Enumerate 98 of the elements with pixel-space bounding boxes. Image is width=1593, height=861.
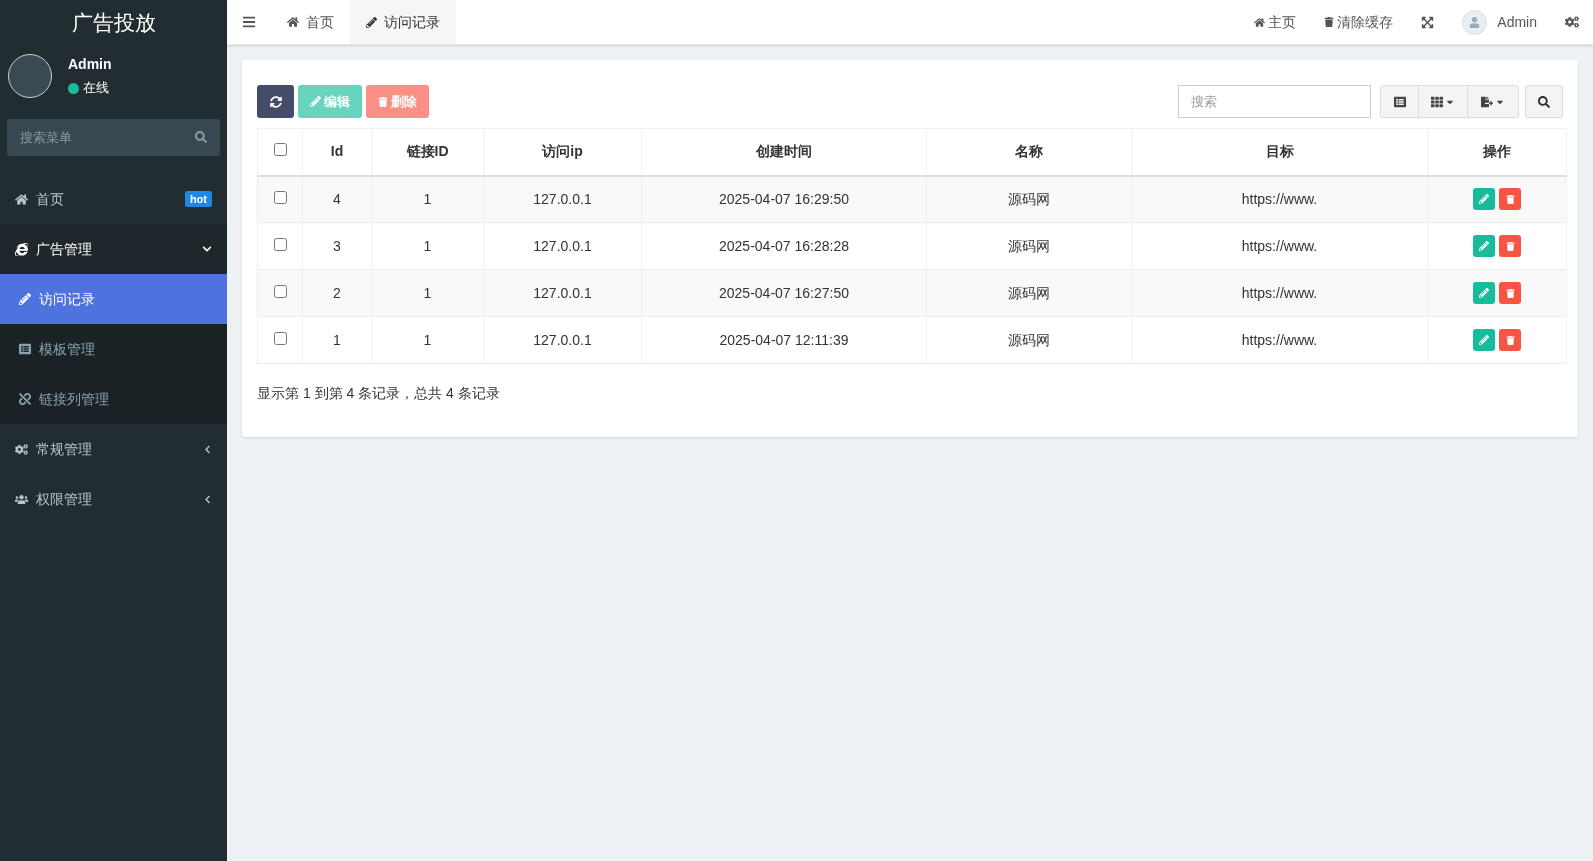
chevron-left-icon [203, 444, 212, 454]
gears-icon [15, 442, 28, 456]
row-delete-button[interactable] [1499, 235, 1521, 257]
table-cell: 1 [371, 269, 484, 317]
table-cell: 127.0.0.1 [483, 269, 642, 317]
trash-icon [378, 96, 388, 107]
table-cell: 源码网 [926, 316, 1132, 364]
row-delete-button[interactable] [1499, 188, 1521, 211]
sidebar-menu-item[interactable]: 广告管理 [0, 224, 227, 274]
table-cell: 3 [302, 222, 372, 270]
e-logo-icon [15, 242, 28, 256]
column-header: 目标 [1131, 128, 1428, 176]
trash-icon [1505, 241, 1515, 251]
select-all-checkbox[interactable] [273, 143, 287, 157]
nav-tab[interactable]: 访问记录 [350, 0, 456, 44]
home-icon [287, 16, 299, 28]
row-checkbox[interactable] [273, 190, 287, 204]
table-cell: 127.0.0.1 [483, 222, 642, 270]
navbar-link[interactable]: 主页 [1240, 11, 1311, 33]
search-button[interactable] [1525, 85, 1563, 118]
search-icon [195, 131, 207, 143]
navbar-user-name[interactable]: Admin [1497, 11, 1537, 33]
pencil-icon [1479, 288, 1489, 298]
navbar-link[interactable]: 清除缓存 [1310, 11, 1408, 33]
avatar [8, 54, 52, 98]
table-cell: https://www. [1131, 175, 1428, 223]
row-delete-button[interactable] [1499, 282, 1521, 304]
home-icon [15, 192, 28, 206]
trash-icon [1505, 288, 1515, 298]
menu-icon [242, 15, 256, 29]
menu-search-field[interactable]: 搜索菜单 [7, 119, 220, 156]
table-cell: 4 [302, 175, 372, 223]
row-edit-button[interactable] [1473, 188, 1495, 211]
list-icon [1393, 95, 1406, 108]
chevron-left-icon [203, 494, 212, 504]
sidebar-menu-item[interactable]: 常规管理 [0, 424, 227, 474]
user-status: 在线 [83, 79, 109, 98]
chevron-down-icon [202, 244, 212, 254]
pencil-icon [1479, 241, 1489, 251]
user-name: Admin [68, 55, 112, 75]
table-cell: 2 [302, 269, 372, 317]
table-cell: https://www. [1131, 316, 1428, 364]
column-header: 操作 [1427, 128, 1567, 176]
pencil-icon [19, 293, 31, 305]
table-cell: https://www. [1131, 269, 1428, 317]
table-cell: 1 [302, 316, 372, 364]
user-icon [1469, 16, 1481, 28]
app-logo-title: 广告投放 [71, 9, 156, 36]
table-cell: 2025-04-07 16:29:50 [641, 175, 927, 223]
table-cell: 1 [371, 222, 484, 270]
trash-icon [1324, 17, 1335, 27]
table-cell: 源码网 [926, 269, 1132, 317]
pagination-summary: 显示第 1 到第 4 条记录，总共 4 条记录 [257, 384, 501, 403]
export-icon [1481, 95, 1493, 108]
users-icon [15, 492, 28, 506]
row-checkbox[interactable] [273, 237, 287, 251]
user-avatar[interactable] [1462, 9, 1488, 35]
column-header: Id [302, 128, 372, 176]
row-checkbox[interactable] [273, 284, 287, 298]
pencil-icon [366, 16, 377, 28]
hot-badge: hot [184, 191, 212, 207]
home-icon [1254, 16, 1266, 28]
refresh-icon [269, 95, 282, 108]
pencil-icon [1479, 194, 1489, 205]
table-cell: https://www. [1131, 222, 1428, 270]
trash-icon [1505, 194, 1515, 204]
column-header: 访问ip [483, 128, 642, 176]
table-cell: 源码网 [926, 175, 1132, 223]
expand-icon [1421, 15, 1435, 29]
grid-icon [1431, 95, 1443, 108]
column-header: 创建时间 [641, 128, 927, 176]
sidebar-submenu-item[interactable]: 访问记录 [0, 274, 227, 324]
pencil-icon [1479, 335, 1489, 345]
chain-icon [19, 393, 31, 405]
table-cell: 1 [371, 316, 484, 364]
list-icon [19, 343, 31, 355]
pencil-icon [310, 96, 321, 107]
column-header: 链接ID [371, 128, 484, 176]
table-cell: 1 [371, 175, 484, 223]
row-delete-button[interactable] [1499, 329, 1521, 351]
table-cell: 2025-04-07 16:27:50 [641, 269, 927, 317]
table-cell: 127.0.0.1 [483, 175, 642, 223]
search-icon [1538, 95, 1550, 108]
trash-icon [1505, 335, 1515, 345]
table-cell: 2025-04-07 12:11:39 [641, 316, 927, 364]
table-search-field[interactable]: 搜索 [1178, 85, 1371, 118]
gears-icon [1565, 15, 1579, 29]
sidebar-submenu-item[interactable]: 模板管理 [0, 324, 227, 374]
sidebar-menu-item[interactable]: 权限管理 [0, 474, 227, 524]
table-cell: 127.0.0.1 [483, 316, 642, 364]
sidebar-menu-item[interactable]: 首页 hot [0, 174, 227, 224]
refresh-button[interactable] [257, 85, 294, 118]
sidebar-submenu-item[interactable]: 链接列管理 [0, 374, 227, 424]
row-checkbox[interactable] [273, 331, 287, 345]
column-header: 名称 [926, 128, 1132, 176]
table-cell: 2025-04-07 16:28:28 [641, 222, 927, 270]
table-cell: 源码网 [926, 222, 1132, 270]
nav-tab[interactable]: 首页 [271, 0, 350, 44]
